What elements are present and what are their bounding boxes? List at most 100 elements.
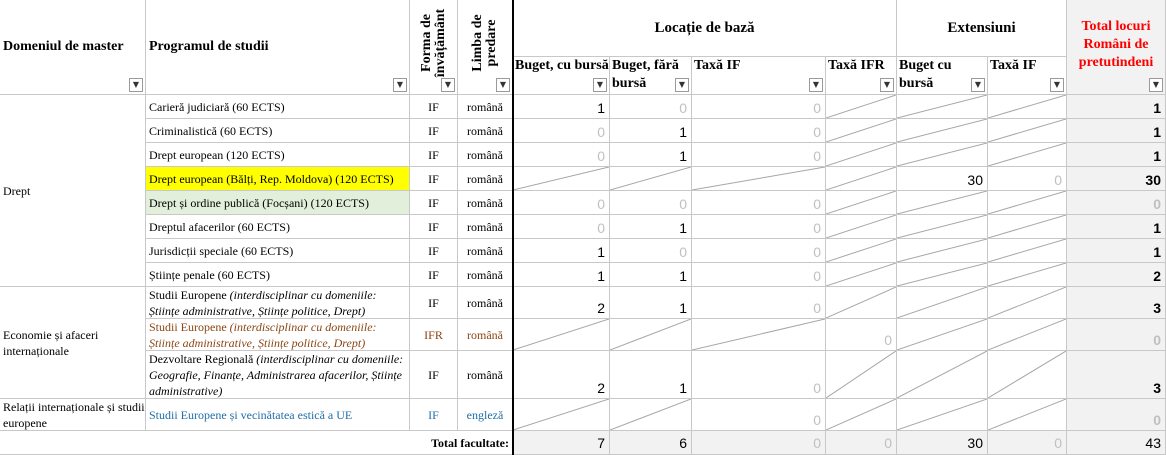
empty-cell-diagonal: [692, 319, 825, 350]
program-name: Studii Europene și vecinătatea estică a …: [149, 407, 352, 423]
value-tif: 0: [813, 220, 821, 236]
value-cell-tif: 0: [692, 191, 826, 215]
value-cell-tif: 0: [692, 215, 826, 239]
empty-cell-diagonal: [988, 287, 1066, 318]
header-tif: Taxă IF ▼: [692, 57, 826, 95]
total-value: 1: [1153, 148, 1161, 164]
program-cell: Drept și ordine publică (Focșani) (120 E…: [146, 191, 410, 215]
program-label: Studii Europene: [149, 319, 230, 334]
value-tif: 0: [813, 268, 821, 284]
value-cell-tifr: [826, 239, 897, 263]
lang-cell: română: [458, 119, 513, 143]
form-value: IF: [428, 147, 439, 162]
program-filter-dropdown-icon[interactable]: ▼: [393, 78, 407, 92]
bb-filter-dropdown-icon[interactable]: ▼: [593, 78, 607, 92]
total-value: 30: [1145, 172, 1161, 188]
lang-cell: română: [458, 95, 513, 119]
header-bb-label: Buget, cu bursă: [515, 58, 609, 73]
totals-value-bb: 7: [597, 434, 605, 451]
value-cell-et: [988, 239, 1067, 263]
value-cell-tif: [692, 319, 826, 351]
lang-cell: română: [458, 143, 513, 167]
totals-label: Total facultate:: [431, 435, 509, 450]
domain-filter-dropdown-icon[interactable]: ▼: [129, 78, 143, 92]
form-cell: IF: [410, 351, 458, 399]
value-cell-eb: [897, 119, 988, 143]
et-filter-dropdown-icon[interactable]: ▼: [1050, 78, 1064, 92]
form-value: IF: [428, 219, 439, 234]
header-total: Total locuri Români de pretutindeni ▼: [1067, 0, 1166, 95]
value-cell-et: [988, 143, 1067, 167]
domain-cell: Relații internaționale și studii europen…: [0, 399, 146, 431]
program-cell: Dezvoltare Regională (interdisciplinar c…: [146, 351, 410, 399]
program-cell: Drept european (120 ECTS): [146, 143, 410, 167]
tif-filter-dropdown-icon[interactable]: ▼: [809, 78, 823, 92]
form-cell: IF: [410, 287, 458, 319]
value-cell-bf: 1: [610, 119, 692, 143]
header-program-label: Programul de studii: [149, 39, 269, 54]
value-cell-bf: 1: [610, 263, 692, 287]
program-name: Drept și ordine publică (Focșani) (120 E…: [149, 195, 369, 211]
program-cell: Drept european (Bălți, Rep. Moldova) (12…: [146, 167, 410, 191]
form-filter-dropdown-icon[interactable]: ▼: [441, 78, 455, 92]
value-cell-tifr: [826, 95, 897, 119]
lang-value: română: [467, 123, 503, 138]
lang-cell: română: [458, 263, 513, 287]
total-cell: 2: [1067, 263, 1166, 287]
totals-label-cell: Total facultate:: [0, 431, 513, 455]
empty-cell-diagonal: [897, 351, 987, 398]
total-filter-dropdown-icon[interactable]: ▼: [1149, 78, 1163, 92]
domain-cell: Drept: [0, 95, 146, 287]
value-cell-bb: 1: [513, 95, 610, 119]
empty-cell-diagonal: [897, 239, 987, 262]
value-tif: 0: [813, 244, 821, 260]
header-bf-label: Buget, fără bursă: [612, 58, 679, 91]
form-value: IF: [428, 407, 439, 422]
tifr-filter-dropdown-icon[interactable]: ▼: [880, 78, 894, 92]
domain-cell: Economie și afaceri internaționale: [0, 287, 146, 399]
value-bf: 1: [679, 220, 687, 236]
totals-cell-tif: 0: [692, 431, 826, 455]
total-value: 0: [1153, 332, 1161, 348]
bf-filter-dropdown-icon[interactable]: ▼: [675, 78, 689, 92]
totals-value-tifr: 0: [884, 434, 892, 451]
program-cell: Științe penale (60 ECTS): [146, 263, 410, 287]
empty-cell-diagonal: [897, 319, 987, 350]
totals-value-et: 0: [1054, 434, 1062, 451]
empty-cell-diagonal: [826, 215, 896, 238]
program-name: Drept european (120 ECTS): [149, 147, 285, 163]
total-cell: 3: [1067, 351, 1166, 399]
form-cell: IF: [410, 95, 458, 119]
program-cell: Studii Europene (interdisciplinar cu dom…: [146, 319, 410, 351]
header-program: Programul de studii ▼: [146, 0, 410, 95]
program-label: Dreptul afacerilor (60 ECTS): [149, 219, 290, 234]
program-name: Dreptul afacerilor (60 ECTS): [149, 219, 290, 235]
lang-cell: română: [458, 351, 513, 399]
value-cell-et: 0: [988, 167, 1067, 191]
eb-filter-dropdown-icon[interactable]: ▼: [971, 78, 985, 92]
form-value: IF: [428, 195, 439, 210]
empty-cell-diagonal: [897, 119, 987, 142]
lang-value: română: [467, 267, 503, 282]
header-et: Taxă IF ▼: [988, 57, 1067, 95]
value-bb: 2: [597, 380, 605, 396]
lang-value: română: [467, 171, 503, 186]
value-cell-eb: [897, 319, 988, 351]
value-cell-eb: [897, 95, 988, 119]
form-cell: IF: [410, 191, 458, 215]
value-tif: 0: [813, 412, 821, 428]
empty-cell-diagonal: [610, 167, 691, 190]
value-cell-bb: [513, 399, 610, 431]
program-label: Drept european (Bălți, Rep. Moldova) (12…: [149, 171, 394, 186]
empty-cell-diagonal: [826, 143, 896, 166]
program-cell: Jurisdicții speciale (60 ECTS): [146, 239, 410, 263]
empty-cell-diagonal: [826, 351, 896, 398]
value-cell-tifr: [826, 287, 897, 319]
total-value: 1: [1153, 220, 1161, 236]
header-eb-label: Buget cu bursă: [899, 58, 952, 91]
value-cell-bf: 1: [610, 215, 692, 239]
totals-cell-bf: 6: [610, 431, 692, 455]
header-bb: Buget, cu bursă ▼: [513, 57, 610, 95]
total-value: 0: [1153, 196, 1161, 212]
lang-filter-dropdown-icon[interactable]: ▼: [496, 78, 510, 92]
